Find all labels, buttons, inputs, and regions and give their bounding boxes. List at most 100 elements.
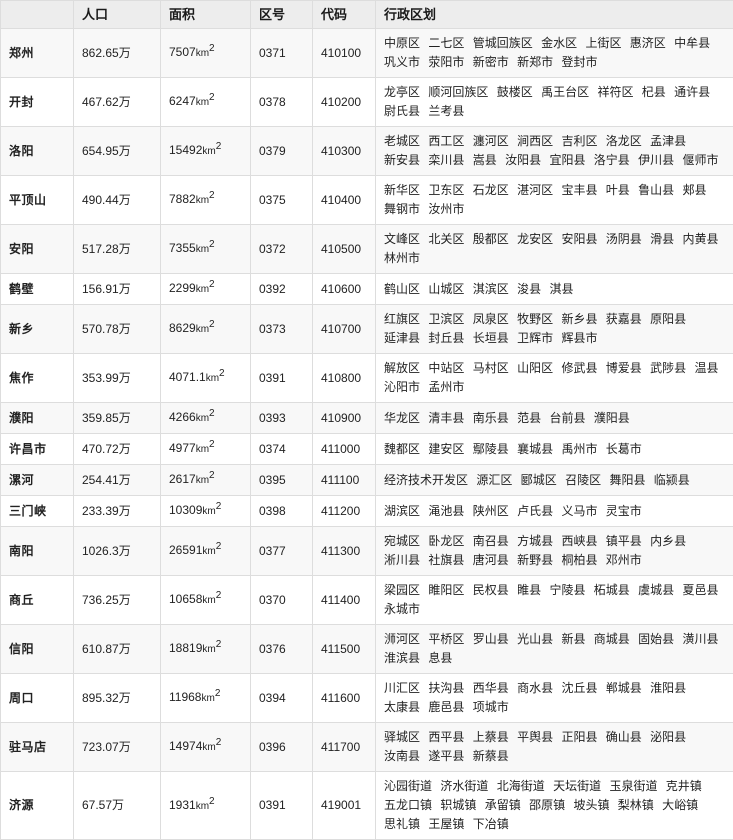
division-item[interactable]: 项城市 [473,700,509,714]
division-item[interactable]: 玉泉街道 [609,779,657,793]
division-item[interactable]: 睢县 [517,583,541,597]
division-item[interactable]: 济水街道 [440,779,488,793]
division-item[interactable]: 新乡县 [561,312,597,326]
division-item[interactable]: 嵩县 [473,153,497,167]
division-item[interactable]: 红旗区 [384,312,420,326]
division-item[interactable]: 思礼镇 [384,817,420,831]
division-item[interactable]: 金水区 [541,36,577,50]
division-item[interactable]: 洛宁县 [594,153,630,167]
division-item[interactable]: 长葛市 [606,442,642,456]
division-item[interactable]: 方城县 [517,534,553,548]
division-item[interactable]: 罗山县 [473,632,509,646]
division-item[interactable]: 唐河县 [473,553,509,567]
division-item[interactable]: 沁阳市 [384,380,420,394]
division-item[interactable]: 祥符区 [597,85,633,99]
division-item[interactable]: 清丰县 [428,411,464,425]
division-item[interactable]: 固始县 [638,632,674,646]
division-item[interactable]: 光山县 [517,632,553,646]
division-item[interactable]: 安阳县 [561,232,597,246]
division-item[interactable]: 卫辉市 [517,331,553,345]
division-item[interactable]: 淇县 [549,282,573,296]
division-item[interactable]: 睢阳区 [428,583,464,597]
division-item[interactable]: 上街区 [585,36,621,50]
division-item[interactable]: 孟津县 [650,134,686,148]
division-item[interactable]: 渑池县 [428,504,464,518]
division-item[interactable]: 北海街道 [497,779,545,793]
division-item[interactable]: 梨林镇 [618,798,654,812]
division-item[interactable]: 龙亭区 [384,85,420,99]
division-item[interactable]: 邓州市 [606,553,642,567]
division-item[interactable]: 天坛街道 [553,779,601,793]
division-item[interactable]: 滑县 [650,232,674,246]
division-item[interactable]: 社旗县 [428,553,464,567]
division-item[interactable]: 顺河回族区 [428,85,488,99]
division-item[interactable]: 轵城镇 [440,798,476,812]
division-item[interactable]: 修武县 [561,361,597,375]
division-item[interactable]: 宜阳县 [549,153,585,167]
division-item[interactable]: 二七区 [428,36,464,50]
division-item[interactable]: 舞阳县 [609,473,645,487]
division-item[interactable]: 管城回族区 [473,36,533,50]
division-item[interactable]: 驿城区 [384,730,420,744]
division-item[interactable]: 鼓楼区 [497,85,533,99]
division-item[interactable]: 鲁山县 [638,183,674,197]
division-item[interactable]: 承留镇 [485,798,521,812]
division-item[interactable]: 偃师市 [683,153,719,167]
division-item[interactable]: 汝州市 [428,202,464,216]
division-item[interactable]: 殷都区 [473,232,509,246]
division-item[interactable]: 镇平县 [606,534,642,548]
division-item[interactable]: 鄢陵县 [473,442,509,456]
division-item[interactable]: 郸城县 [606,681,642,695]
division-item[interactable]: 卢氏县 [517,504,553,518]
division-item[interactable]: 汤阴县 [606,232,642,246]
division-item[interactable]: 涧西区 [517,134,553,148]
division-item[interactable]: 卫东区 [428,183,464,197]
division-item[interactable]: 五龙口镇 [384,798,432,812]
division-item[interactable]: 武陟县 [650,361,686,375]
division-item[interactable]: 沁园街道 [384,779,432,793]
division-item[interactable]: 荥阳市 [428,55,464,69]
division-item[interactable]: 正阳县 [561,730,597,744]
division-item[interactable]: 山阳区 [517,361,553,375]
division-item[interactable]: 封丘县 [428,331,464,345]
division-item[interactable]: 解放区 [384,361,420,375]
division-item[interactable]: 淇滨区 [473,282,509,296]
division-item[interactable]: 牧野区 [517,312,553,326]
division-item[interactable]: 中原区 [384,36,420,50]
division-item[interactable]: 卫滨区 [428,312,464,326]
division-item[interactable]: 宛城区 [384,534,420,548]
division-item[interactable]: 浚县 [517,282,541,296]
division-item[interactable]: 通许县 [674,85,710,99]
division-item[interactable]: 邵原镇 [529,798,565,812]
division-item[interactable]: 汝南县 [384,749,420,763]
division-item[interactable]: 汝阳县 [505,153,541,167]
division-item[interactable]: 延津县 [384,331,420,345]
division-item[interactable]: 郏县 [683,183,707,197]
division-item[interactable]: 新郑市 [517,55,553,69]
division-item[interactable]: 浉河区 [384,632,420,646]
division-item[interactable]: 柘城县 [594,583,630,597]
division-item[interactable]: 西平县 [428,730,464,744]
division-item[interactable]: 湛河区 [517,183,553,197]
division-item[interactable]: 内乡县 [650,534,686,548]
division-item[interactable]: 登封市 [561,55,597,69]
division-item[interactable]: 卧龙区 [428,534,464,548]
division-item[interactable]: 夏邑县 [683,583,719,597]
division-item[interactable]: 新野县 [517,553,553,567]
division-item[interactable]: 息县 [428,651,452,665]
division-item[interactable]: 华龙区 [384,411,420,425]
division-item[interactable]: 博爱县 [606,361,642,375]
division-item[interactable]: 王屋镇 [428,817,464,831]
division-item[interactable]: 南召县 [473,534,509,548]
division-item[interactable]: 原阳县 [650,312,686,326]
division-item[interactable]: 临颍县 [654,473,690,487]
division-item[interactable]: 义马市 [561,504,597,518]
division-item[interactable]: 上蔡县 [473,730,509,744]
division-item[interactable]: 龙安区 [517,232,553,246]
division-item[interactable]: 建安区 [428,442,464,456]
division-item[interactable]: 宁陵县 [549,583,585,597]
division-item[interactable]: 西华县 [473,681,509,695]
division-item[interactable]: 新华区 [384,183,420,197]
division-item[interactable]: 林州市 [384,251,420,265]
division-item[interactable]: 淮滨县 [384,651,420,665]
